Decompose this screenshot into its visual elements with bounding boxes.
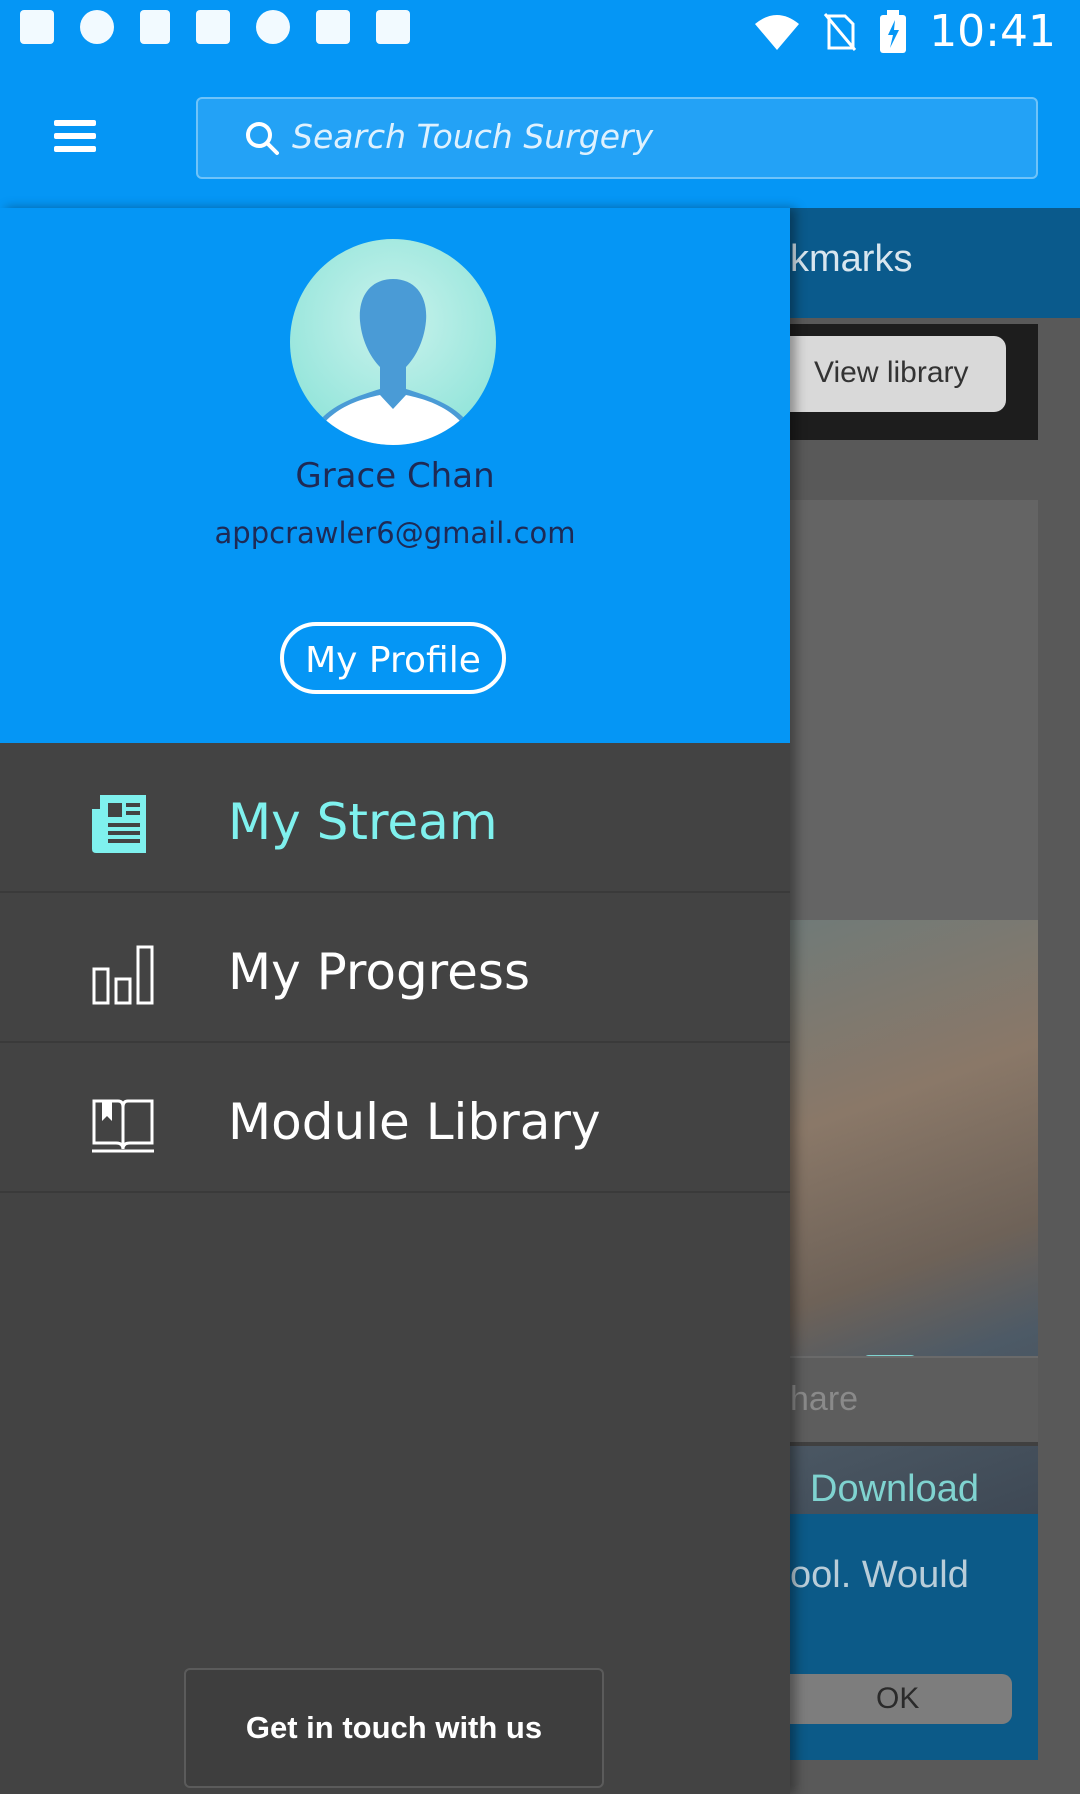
notification-icon: [20, 10, 54, 44]
signal-icon: [140, 10, 170, 44]
module-card: Download: [790, 500, 1038, 1540]
ok-label: OK: [876, 1682, 920, 1715]
get-in-touch-button[interactable]: Get in touch with us: [184, 1668, 604, 1788]
no-sim-icon: [824, 12, 857, 51]
drawer-item-module-library[interactable]: Module Library: [0, 1043, 790, 1193]
search-placeholder: Search Touch Surgery: [292, 117, 654, 156]
wifi-icon: [755, 14, 800, 50]
tab-bar: kmarks: [790, 208, 1080, 318]
feedback-card: ool. Would OK: [790, 1514, 1038, 1760]
search-input[interactable]: Search Touch Surgery: [196, 97, 1038, 179]
drawer-item-label: Module Library: [228, 1093, 601, 1151]
drawer-header: Grace Chan appcrawler6@gmail.com My Prof…: [0, 208, 790, 743]
drawer-item-label: My Stream: [228, 793, 498, 851]
photo-icon: [316, 10, 350, 44]
cloud-icon: [256, 10, 290, 44]
bar-chart-icon: [92, 945, 154, 1005]
drawer-item-my-progress[interactable]: My Progress: [0, 893, 790, 1043]
search-icon: [246, 122, 279, 155]
navigation-drawer: Grace Chan appcrawler6@gmail.com My Prof…: [0, 208, 790, 1794]
background-page: kmarks View library Download hare ool. W…: [790, 208, 1080, 1794]
status-bar: 10:41: [0, 0, 1080, 63]
my-profile-label: My Profile: [305, 640, 481, 681]
drawer-item-label: My Progress: [228, 943, 531, 1001]
sync-icon: [80, 10, 114, 44]
tab-bookmarks[interactable]: kmarks: [790, 238, 912, 281]
open-book-icon: [92, 1099, 154, 1153]
my-profile-button[interactable]: My Profile: [280, 622, 506, 694]
bag-icon: [376, 10, 410, 44]
get-in-touch-label: Get in touch with us: [245, 1710, 543, 1745]
status-notification-icons: [20, 10, 410, 44]
drawer-item-my-stream[interactable]: My Stream: [0, 743, 790, 893]
feedback-text: ool. Would: [790, 1554, 969, 1596]
view-library-button[interactable]: View library: [790, 336, 1006, 412]
view-library-label: View library: [814, 356, 969, 389]
avatar-icon[interactable]: [290, 239, 496, 445]
share-row[interactable]: hare: [790, 1356, 1038, 1446]
share-label: hare: [790, 1380, 859, 1418]
user-name: Grace Chan: [295, 456, 495, 496]
app-bar: Search Touch Surgery: [0, 63, 1080, 208]
clock-time: 10:41: [929, 6, 1056, 57]
hamburger-menu-icon[interactable]: [50, 113, 100, 163]
camera-icon: [196, 10, 230, 44]
module-image: [790, 920, 1038, 1540]
person-silhouette-icon: [310, 279, 476, 445]
battery-icon: [880, 9, 907, 53]
ok-button[interactable]: OK: [790, 1674, 1012, 1724]
news-feed-icon: [92, 795, 146, 853]
download-label[interactable]: Download: [810, 1468, 979, 1511]
user-email: appcrawler6@gmail.com: [214, 516, 576, 550]
